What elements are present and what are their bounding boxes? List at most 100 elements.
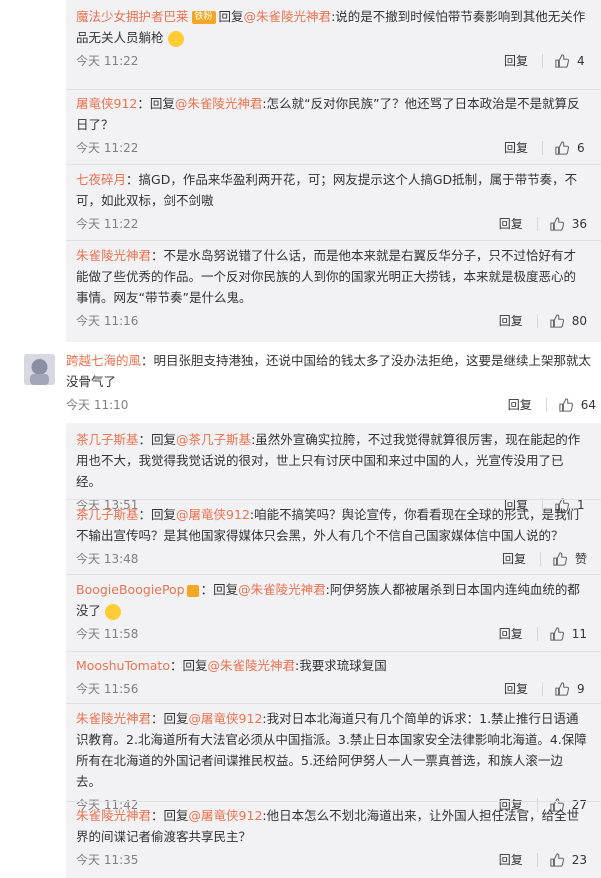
- mention-link[interactable]: @茶几子斯基: [176, 432, 251, 447]
- divider: [536, 852, 538, 867]
- avatar[interactable]: [24, 354, 55, 385]
- like-count: 赞: [574, 552, 587, 566]
- reply-meta: 今天 11:22 回复 4: [76, 52, 587, 72]
- mention-link[interactable]: @屠竜侠912: [176, 507, 250, 522]
- reply-username[interactable]: 朱雀陵光神君: [76, 248, 151, 263]
- reply-time: 今天 11:58: [76, 627, 139, 641]
- laugh-emoji-icon: [167, 30, 184, 47]
- reply-time: 今天 11:22: [76, 217, 139, 231]
- divider: [66, 574, 601, 575]
- divider: [536, 626, 538, 641]
- reply-prefix: ：: [200, 582, 214, 597]
- reply-item: 茶几子斯基：回复@茶几子斯基:虽然外宣确实拉胯，不过我觉得就算很厉害，现在能起的…: [76, 429, 587, 516]
- reply-button[interactable]: 回复: [504, 680, 528, 697]
- reply-item: MooshuTomato：回复@朱雀陵光神君:我要求琉球复国 今天 11:56 …: [76, 655, 587, 700]
- fan-badge: 铁粉: [191, 11, 216, 24]
- thumbs-up-icon[interactable]: [555, 53, 569, 68]
- reply-button[interactable]: 回复: [499, 215, 523, 232]
- reply-button[interactable]: 回复: [502, 550, 526, 567]
- reply-username[interactable]: 屠竜侠912: [76, 96, 137, 111]
- reply-meta: 今天 11:16 回复 80: [76, 312, 587, 332]
- mention-link[interactable]: @朱雀陵光神君: [238, 582, 326, 597]
- reply-username[interactable]: 朱雀陵光神君: [76, 808, 151, 823]
- mention-link[interactable]: @屠竜侠912: [189, 808, 263, 823]
- divider: [66, 499, 601, 500]
- reply-meta: 今天 11:58 回复 11: [76, 625, 587, 645]
- divider: [66, 703, 601, 704]
- reply-actions: 回复 赞: [502, 550, 587, 567]
- reply-time: 今天 11:35: [76, 853, 139, 867]
- divider: [536, 216, 538, 231]
- thumbs-up-icon[interactable]: [550, 216, 564, 231]
- reply-time: 今天 13:48: [76, 552, 139, 566]
- like-count: 36: [571, 216, 587, 231]
- reply-username[interactable]: 茶几子斯基: [76, 507, 139, 522]
- mention-link[interactable]: @朱雀陵光神君: [244, 9, 332, 24]
- comment-username[interactable]: 跨越七海的風: [66, 353, 141, 368]
- reply-prefix: 回复: [149, 96, 175, 111]
- reply-meta: 今天 13:48 回复 赞: [76, 550, 587, 570]
- reply-actions: 回复 23: [499, 851, 587, 868]
- reply-time: 今天 11:22: [76, 141, 139, 155]
- reply-item: BoogieBoogiePop ：回复@朱雀陵光神君:阿伊努族人都被屠杀到日本国内…: [76, 579, 587, 645]
- reply-text: ：搞GD，作品来华盈利两开花，可；网友提示这个人搞GD抵制，属于带节奏，不可，如…: [76, 172, 578, 208]
- reply-item: 七夜碎月：搞GD，作品来华盈利两开花，可；网友提示这个人搞GD抵制，属于带节奏，…: [76, 169, 587, 235]
- thumbs-up-icon[interactable]: [553, 551, 567, 566]
- reply-prefix: ：: [151, 711, 164, 726]
- thumbs-up-icon[interactable]: [555, 681, 569, 696]
- reply-meta: 今天 11:22 回复 36: [76, 215, 587, 235]
- reply-username[interactable]: 魔法少女拥护者巴莱: [76, 9, 189, 24]
- reply-username[interactable]: BoogieBoogiePop: [76, 582, 185, 597]
- reply-username[interactable]: 七夜碎月: [76, 172, 126, 187]
- reply-group-1: 魔法少女拥护者巴莱 铁粉 回复@朱雀陵光神君:说的是不撤到时候怕带节奏影响到其他无关…: [66, 0, 601, 342]
- like-count: 64: [580, 397, 596, 412]
- top-level-comment: 跨越七海的風：明目张胆支持港独，还说中国给的钱太多了没办法拒绝，这要是继续上架那…: [66, 350, 596, 416]
- comment-thread-page: { "reply_label": "回复", "group1": { "repl…: [0, 0, 601, 878]
- reply-time: 今天 11:16: [76, 314, 139, 328]
- thumbs-up-icon[interactable]: [559, 397, 573, 412]
- reply-button[interactable]: 回复: [499, 312, 523, 329]
- reply-prefix: ：: [138, 507, 152, 522]
- divider: [66, 164, 601, 165]
- thumbs-up-icon[interactable]: [555, 140, 569, 155]
- thumbs-up-icon[interactable]: [550, 313, 564, 328]
- reply-button[interactable]: 回复: [508, 396, 532, 413]
- reply-item: 屠竜侠912：回复@朱雀陵光神君:怎么就“反对你民族”了？他还骂了日本政治是不是…: [76, 93, 587, 159]
- reply-button[interactable]: 回复: [504, 139, 528, 156]
- like-count: 9: [577, 681, 585, 696]
- mention-link[interactable]: @朱雀陵光神君: [208, 658, 296, 673]
- like-count: 4: [577, 53, 585, 68]
- reply-button[interactable]: 回复: [499, 851, 523, 868]
- divider: [536, 313, 538, 328]
- divider: [539, 551, 541, 566]
- reply-prefix: 回复: [182, 658, 208, 673]
- reply-item: 茶几子斯基：回复@屠竜侠912:咱能不搞笑吗？舆论宣传，你看看现在全球的形式，是…: [76, 504, 587, 570]
- reply-prefix: 回复: [151, 507, 177, 522]
- reply-actions: 回复 11: [499, 625, 587, 642]
- thumbs-up-icon[interactable]: [550, 626, 564, 641]
- thumbs-up-icon[interactable]: [550, 852, 564, 867]
- reply-meta: 今天 11:56 回复 9: [76, 680, 587, 700]
- reply-username[interactable]: 茶几子斯基: [76, 432, 139, 447]
- reply-button[interactable]: 回复: [504, 52, 528, 69]
- like-count: 11: [571, 626, 587, 641]
- divider: [66, 89, 601, 90]
- reply-actions: 回复 9: [504, 680, 587, 697]
- reply-prefix: 回复: [151, 432, 177, 447]
- like-count: 80: [571, 313, 587, 328]
- reply-button[interactable]: 回复: [499, 625, 523, 642]
- divider: [542, 140, 543, 155]
- reply-prefix: 回复: [163, 808, 189, 823]
- reply-item: 魔法少女拥护者巴莱 铁粉 回复@朱雀陵光神君:说的是不撤到时候怕带节奏影响到其他无关…: [76, 6, 587, 72]
- reply-prefix: ：: [151, 808, 164, 823]
- reply-actions: 回复 36: [499, 215, 587, 232]
- mention-link[interactable]: @屠竜侠912: [189, 711, 263, 726]
- mention-link[interactable]: @朱雀陵光神君: [175, 96, 263, 111]
- reply-username[interactable]: MooshuTomato: [76, 658, 170, 673]
- divider: [66, 240, 601, 241]
- divider: [542, 681, 543, 696]
- reply-username[interactable]: 朱雀陵光神君: [76, 711, 151, 726]
- like-count: 23: [571, 852, 587, 867]
- reply-text: ：不是水岛努说错了什么话，而是他本来就是右翼反华分子，只不过恰好有才能做了些优秀…: [76, 248, 577, 305]
- reply-group-2: 茶几子斯基：回复@茶几子斯基:虽然外宣确实拉胯，不过我觉得就算很厉害，现在能起的…: [66, 423, 601, 878]
